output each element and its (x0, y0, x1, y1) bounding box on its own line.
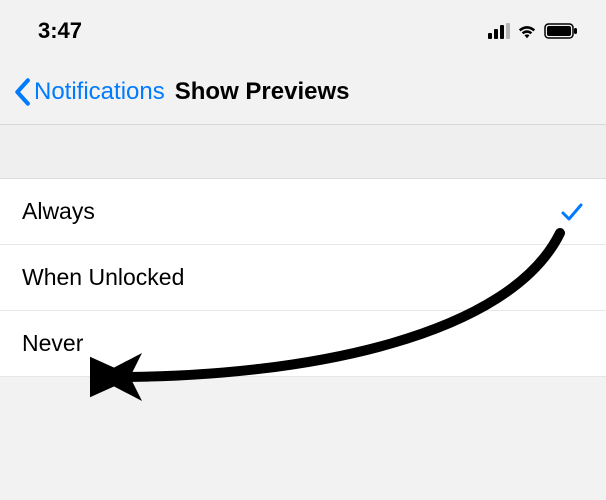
option-when-unlocked[interactable]: When Unlocked (0, 245, 606, 311)
cellular-signal-icon (488, 23, 510, 39)
page-title: Show Previews (175, 78, 350, 106)
options-list: Always When Unlocked Never (0, 179, 606, 377)
status-icons (488, 22, 578, 40)
back-button-label[interactable]: Notifications (34, 78, 165, 106)
back-chevron-icon[interactable] (12, 78, 32, 106)
option-always[interactable]: Always (0, 179, 606, 245)
option-label: When Unlocked (22, 264, 184, 291)
wifi-icon (516, 22, 538, 40)
navigation-bar: Notifications Show Previews (0, 56, 606, 125)
battery-icon (544, 23, 578, 39)
status-bar: 3:47 (0, 0, 606, 56)
option-label: Never (22, 330, 83, 357)
option-label: Always (22, 198, 95, 225)
status-time: 3:47 (38, 18, 82, 44)
checkmark-icon (560, 201, 584, 223)
section-gap (0, 125, 606, 179)
option-never[interactable]: Never (0, 311, 606, 377)
